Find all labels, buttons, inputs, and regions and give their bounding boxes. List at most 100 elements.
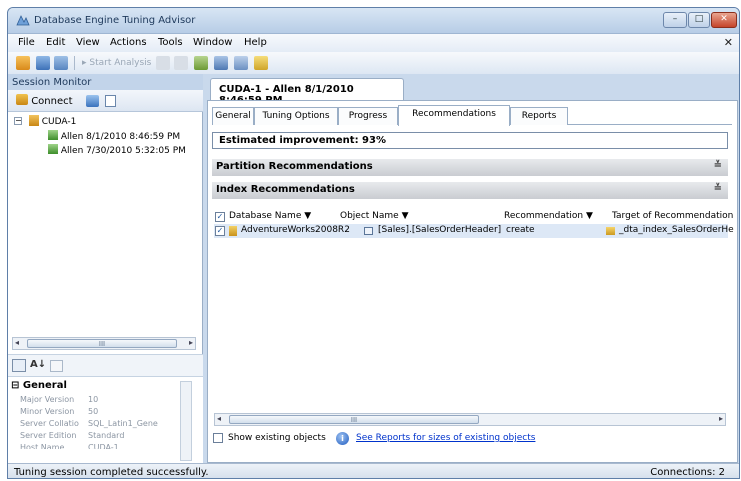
dropdown-arrow-icon[interactable]: ▼: [586, 211, 593, 221]
property-value: Standard: [88, 431, 125, 440]
property-value: 50: [88, 407, 99, 416]
column-object-name[interactable]: Object Name ▼: [340, 211, 409, 221]
show-existing-row: Show existing objects i See Reports for …: [212, 431, 732, 447]
expand-chevron-icon[interactable]: ≚: [714, 160, 722, 171]
toolbar: ▸ Start Analysis: [8, 52, 739, 74]
properties-toolbar: A↓: [8, 354, 203, 376]
scroll-right-icon[interactable]: ▸: [719, 414, 723, 423]
show-existing-label[interactable]: Show existing objects: [228, 433, 326, 443]
property-pages-icon[interactable]: [50, 360, 63, 372]
dropdown-arrow-icon[interactable]: ▼: [402, 211, 409, 221]
connections-count: Connections: 2: [650, 467, 725, 478]
toolbar-separator: [74, 56, 75, 70]
connect-button[interactable]: Connect: [16, 94, 73, 107]
cell-object: [Sales].[SalesOrderHeader]: [378, 225, 502, 235]
session-label: Allen 8/1/2010 8:46:59 PM: [60, 132, 181, 142]
app-icon: [16, 15, 30, 26]
mdi-close-icon[interactable]: ✕: [724, 36, 733, 49]
property-name: Server Collatio: [20, 419, 79, 428]
select-all-checkbox[interactable]: ✓: [215, 212, 225, 222]
show-existing-checkbox[interactable]: [213, 433, 223, 443]
options-icon[interactable]: [254, 56, 268, 70]
tree-session-item[interactable]: Allen 8/1/2010 8:46:59 PM: [48, 130, 180, 142]
disconnect-icon[interactable]: [86, 95, 99, 107]
menu-edit[interactable]: Edit: [46, 37, 65, 48]
scroll-left-icon[interactable]: ◂: [217, 414, 221, 423]
partition-recommendations-label: Partition Recommendations: [216, 161, 373, 172]
grid-horizontal-scrollbar[interactable]: ◂ III ▸: [214, 413, 726, 426]
tree-horizontal-scrollbar[interactable]: ◂ III ▸: [12, 337, 196, 350]
start-analysis-button[interactable]: ▸ Start Analysis: [82, 58, 151, 68]
open-file-icon[interactable]: [36, 56, 50, 70]
session-icon: [48, 144, 58, 154]
status-bar: Tuning session completed successfully. C…: [8, 463, 739, 478]
estimated-improvement: Estimated improvement: 93%: [212, 132, 728, 149]
stop-analysis-icon[interactable]: [156, 56, 170, 70]
document-tab[interactable]: CUDA-1 - Allen 8/1/2010 8:46:59 PM: [210, 78, 404, 106]
session-document: General Tuning Options Progress Recommen…: [207, 100, 738, 463]
property-value: SQL_Latin1_Gene: [88, 419, 158, 428]
menu-tools[interactable]: Tools: [158, 37, 183, 48]
collapse-chevron-icon[interactable]: ≚: [714, 183, 722, 194]
tree-server-node[interactable]: − CUDA-1: [14, 115, 76, 127]
column-recommendation[interactable]: Recommendation ▼: [504, 211, 593, 221]
tab-progress[interactable]: Progress: [338, 107, 398, 125]
scroll-left-icon[interactable]: ◂: [15, 338, 19, 347]
tab-general[interactable]: General: [212, 107, 254, 125]
maximize-button[interactable]: □: [688, 12, 710, 28]
dropdown-arrow-icon[interactable]: ▼: [304, 211, 311, 221]
column-label: Recommendation: [504, 211, 584, 221]
row-checkbox[interactable]: ✓: [215, 226, 225, 236]
table-icon: [364, 227, 373, 235]
refresh-icon[interactable]: [194, 56, 208, 70]
cell-recommendation: create: [506, 225, 535, 235]
session-monitor-panel: Session Monitor Connect − CUDA-1 Allen 8…: [8, 74, 203, 463]
table-row[interactable]: ✓ AdventureWorks2008R2 [Sales].[SalesOrd…: [214, 224, 734, 238]
alphabetical-icon[interactable]: A↓: [30, 359, 46, 370]
server-label: CUDA-1: [41, 117, 77, 127]
tab-recommendations[interactable]: Recommendations: [398, 105, 510, 126]
tab-tuning-options[interactable]: Tuning Options: [254, 107, 338, 125]
session-icon: [48, 130, 58, 140]
scroll-right-icon[interactable]: ▸: [189, 338, 193, 347]
property-name: Minor Version: [20, 407, 75, 416]
window-title: Database Engine Tuning Advisor: [34, 15, 196, 26]
property-name: Host Name: [20, 443, 65, 449]
menu-help[interactable]: Help: [244, 37, 267, 48]
title-bar: Database Engine Tuning Advisor – □ ✕: [8, 8, 739, 34]
new-session-icon[interactable]: [105, 95, 116, 107]
partition-recommendations-header[interactable]: Partition Recommendations ≚: [212, 159, 728, 176]
evaluate-icon[interactable]: [234, 56, 248, 70]
property-value: CUDA-1: [88, 443, 119, 449]
menu-window[interactable]: Window: [193, 37, 232, 48]
properties-vertical-scrollbar[interactable]: [180, 381, 192, 461]
minimize-button[interactable]: –: [663, 12, 687, 28]
stop-icon[interactable]: [174, 56, 188, 70]
save-recommendations-icon[interactable]: [214, 56, 228, 70]
menu-view[interactable]: View: [76, 37, 100, 48]
column-target[interactable]: Target of Recommendation: [612, 211, 733, 221]
properties-category[interactable]: ⊟ General: [11, 380, 67, 391]
close-button[interactable]: ✕: [711, 12, 737, 28]
connect-label: Connect: [31, 96, 73, 107]
new-session-icon[interactable]: [16, 56, 30, 70]
index-recommendations-header[interactable]: Index Recommendations ≚: [212, 182, 728, 199]
session-tree: − CUDA-1 Allen 8/1/2010 8:46:59 PM Allen…: [8, 112, 203, 348]
server-icon: [28, 115, 39, 126]
categorized-icon[interactable]: [12, 359, 26, 372]
menu-file[interactable]: File: [18, 37, 35, 48]
cell-target: _dta_index_SalesOrderHe: [619, 225, 734, 235]
grid-header: ✓ Database Name ▼ Object Name ▼ Recommen…: [214, 210, 733, 224]
database-icon: [229, 226, 237, 236]
category-label: General: [22, 380, 67, 391]
reports-link[interactable]: See Reports for sizes of existing object…: [356, 433, 535, 443]
tree-session-item[interactable]: Allen 7/30/2010 5:32:05 PM: [48, 144, 186, 156]
open-workload-icon[interactable]: [54, 56, 68, 70]
column-database-name[interactable]: Database Name ▼: [229, 211, 311, 221]
menu-actions[interactable]: Actions: [110, 37, 147, 48]
tab-reports[interactable]: Reports: [510, 107, 568, 125]
collapse-icon[interactable]: −: [14, 117, 22, 125]
property-name: Server Edition: [20, 431, 77, 440]
scrollbar-thumb[interactable]: III: [27, 339, 177, 348]
scrollbar-thumb[interactable]: III: [229, 415, 479, 424]
